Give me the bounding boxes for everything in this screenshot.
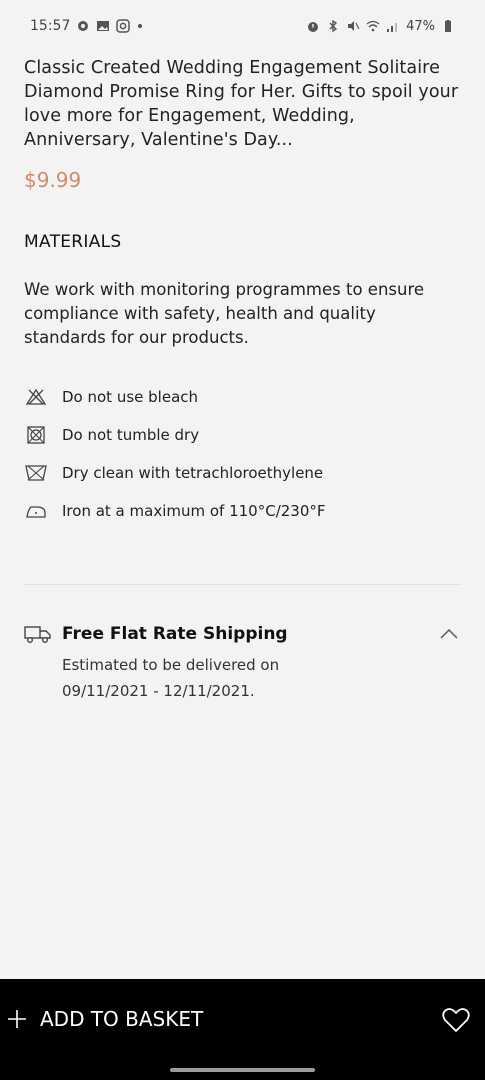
care-instructions-list: Do not use bleach Do not tumble dry Dry … <box>24 378 461 530</box>
status-time: 15:57 <box>30 18 71 34</box>
dot-icon <box>136 19 150 33</box>
battery-percent: 47% <box>406 18 435 34</box>
care-item-no-bleach: Do not use bleach <box>24 378 461 416</box>
care-item-no-tumble-dry: Do not tumble dry <box>24 416 461 454</box>
section-divider <box>24 584 461 585</box>
bluetooth-icon <box>326 19 340 33</box>
shipping-estimate-line2: 09/11/2021 - 12/11/2021. <box>62 682 255 700</box>
shipping-estimate-line1: Estimated to be delivered on <box>62 656 280 674</box>
care-item-iron: Iron at a maximum of 110°C/230°F <box>24 492 461 530</box>
dry-clean-icon <box>24 463 48 483</box>
status-bar: 15:57 47% <box>0 0 485 52</box>
care-item-label: Dry clean with tetrachloroethylene <box>62 464 324 482</box>
plus-icon <box>6 1008 28 1030</box>
status-right: 47% <box>306 19 455 34</box>
product-content: Classic Created Wedding Engagement Solit… <box>24 56 461 546</box>
care-item-label: Do not use bleach <box>62 388 199 406</box>
heart-icon[interactable] <box>441 1006 471 1034</box>
home-indicator[interactable] <box>170 1068 315 1072</box>
shipping-estimate: Estimated to be delivered on 09/11/2021 … <box>62 652 461 704</box>
battery-icon <box>441 19 455 33</box>
bottom-action-bar: ADD TO BASKET <box>0 979 485 1080</box>
materials-heading: MATERIALS <box>24 232 122 252</box>
instagram-icon <box>116 19 131 33</box>
care-item-label: Iron at a maximum of 110°C/230°F <box>62 502 326 520</box>
shipping-section[interactable]: Free Flat Rate Shipping Estimated to be … <box>24 622 461 704</box>
chevron-up-icon[interactable] <box>437 622 461 646</box>
truck-icon <box>24 624 52 644</box>
iron-icon <box>24 501 48 521</box>
add-to-basket-label: ADD TO BASKET <box>40 1007 204 1031</box>
add-to-basket-button[interactable]: ADD TO BASKET <box>6 1007 203 1031</box>
no-bleach-icon <box>24 387 48 407</box>
gallery-icon <box>96 19 110 33</box>
wifi-icon <box>366 19 380 33</box>
materials-description: We work with monitoring programmes to en… <box>24 280 425 347</box>
care-item-dry-clean: Dry clean with tetrachloroethylene <box>24 454 461 492</box>
product-title: Classic Created Wedding Engagement Solit… <box>24 58 459 150</box>
alarm-icon <box>306 19 320 33</box>
settings-gear-icon <box>76 19 90 33</box>
mute-icon <box>346 19 360 33</box>
shipping-title: Free Flat Rate Shipping <box>62 624 288 644</box>
no-tumble-dry-icon <box>24 425 48 445</box>
care-item-label: Do not tumble dry <box>62 426 200 444</box>
product-price: $9.99 <box>24 168 82 192</box>
status-left: 15:57 <box>30 18 150 34</box>
signal-icon <box>386 19 400 33</box>
shipping-header[interactable]: Free Flat Rate Shipping <box>24 622 461 646</box>
